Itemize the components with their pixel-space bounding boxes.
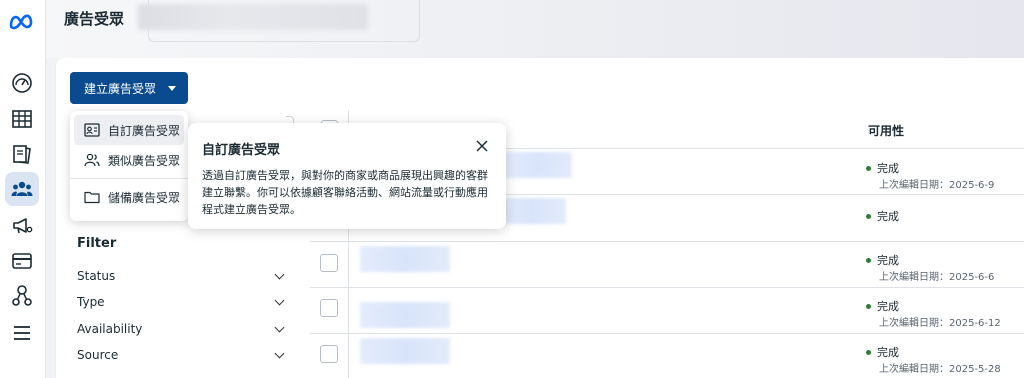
last-edited: 上次編輯日期：2025-5-28 [879, 364, 1001, 375]
create-audience-label: 建立廣告受眾 [84, 81, 157, 96]
chevron-down-icon [274, 322, 285, 332]
availability-header: 可用性 [868, 124, 905, 138]
account-selector[interactable] [148, 0, 420, 42]
redacted-audience-name[interactable] [496, 198, 566, 224]
menu-item-label: 類似廣告受眾 [108, 153, 181, 168]
status-text: 完成 [877, 300, 899, 313]
status-text: 完成 [877, 254, 899, 267]
status-badge: 完成 [866, 252, 899, 268]
menu-icon[interactable] [5, 316, 39, 350]
status-text: 完成 [877, 210, 899, 223]
status-badge: 完成 [866, 208, 899, 224]
create-audience-button[interactable]: 建立廣告受眾 [70, 72, 188, 104]
filter-status[interactable]: Status [77, 266, 287, 286]
filter-type[interactable]: Type [77, 292, 287, 312]
status-badge: 完成 [866, 160, 899, 176]
people-icon [84, 153, 100, 167]
row-checkbox[interactable] [320, 254, 338, 272]
menu-item-lookalike-audience[interactable]: 類似廣告受眾 [74, 145, 184, 175]
create-audience-menu: 自訂廣告受眾 類似廣告受眾 儲備廣告受眾 [70, 111, 188, 221]
filter-title: Filter [77, 236, 117, 251]
last-edited: 上次編輯日期：2025-6-12 [879, 318, 1001, 329]
close-icon[interactable] [476, 140, 488, 152]
campaign-icon[interactable] [5, 208, 39, 242]
menu-divider [70, 178, 188, 179]
status-dot-icon [866, 213, 871, 219]
chevron-down-icon [274, 348, 285, 358]
status-dot-icon [866, 349, 871, 355]
chevron-down-icon [274, 269, 285, 279]
filter-availability[interactable]: Availability [77, 319, 287, 339]
dashboard-icon[interactable] [5, 66, 39, 100]
filter-source[interactable]: Source [77, 345, 287, 365]
last-edited: 上次編輯日期：2025-6-6 [879, 272, 995, 283]
redacted-audience-name[interactable] [504, 152, 572, 178]
status-badge: 完成 [866, 298, 899, 314]
menu-item-label: 儲備廣告受眾 [108, 190, 181, 205]
filter-label: Type [77, 295, 105, 309]
row-checkbox[interactable] [320, 345, 338, 363]
filter-label: Source [77, 348, 119, 362]
status-badge: 完成 [866, 344, 899, 360]
audiences-icon[interactable] [5, 172, 39, 206]
chevron-down-icon [274, 295, 285, 305]
caret-down-icon [168, 85, 177, 91]
tooltip-body: 透過自訂廣告受眾，與對你的商家或商品展現出興趣的客群建立聯繫。你可以依據顧客聯絡… [202, 169, 488, 216]
redacted-audience-name[interactable] [360, 246, 450, 272]
row-divider [310, 333, 1024, 334]
row-divider [310, 287, 1024, 288]
contact-card-icon [84, 123, 100, 137]
row-checkbox[interactable] [320, 299, 338, 317]
status-dot-icon [866, 257, 871, 263]
billing-icon[interactable] [5, 244, 39, 278]
folder-icon [84, 191, 100, 204]
status-text: 完成 [877, 162, 899, 175]
network-icon[interactable] [5, 279, 39, 313]
filter-label: Availability [77, 322, 143, 336]
filter-label: Status [77, 269, 116, 283]
redacted-audience-name[interactable] [360, 302, 450, 328]
last-edited: 上次編輯日期：2025-6-9 [879, 180, 995, 191]
nav-rail [0, 0, 46, 378]
menu-item-custom-audience[interactable]: 自訂廣告受眾 [74, 115, 184, 145]
status-dot-icon [866, 165, 871, 171]
redacted-audience-name[interactable] [360, 338, 450, 364]
page-title: 廣告受眾 [64, 10, 125, 28]
tooltip-title: 自訂廣告受眾 [202, 143, 281, 158]
custom-audience-tooltip: 自訂廣告受眾 透過自訂廣告受眾，與對你的商家或商品展現出興趣的客群建立聯繫。你可… [188, 123, 506, 229]
menu-item-label: 自訂廣告受眾 [108, 123, 181, 138]
table-icon[interactable] [5, 102, 39, 136]
status-text: 完成 [877, 346, 899, 359]
status-dot-icon [866, 303, 871, 309]
page-header: 廣告受眾 [46, 0, 1024, 58]
menu-item-saved-audience[interactable]: 儲備廣告受眾 [74, 182, 184, 212]
pages-icon[interactable] [5, 137, 39, 171]
row-divider [310, 241, 1024, 242]
meta-logo[interactable] [8, 12, 38, 32]
